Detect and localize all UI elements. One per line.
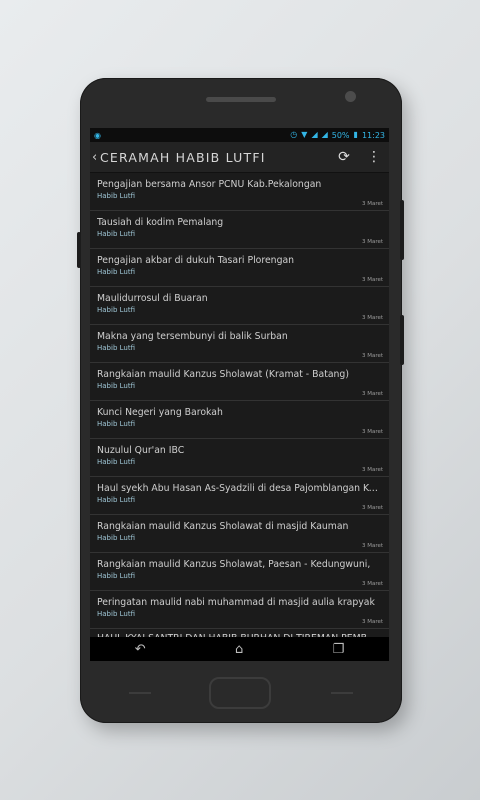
item-title: Pengajian bersama Ansor PCNU Kab.Pekalon… xyxy=(97,179,322,190)
item-author: Habib Lutfi xyxy=(97,344,135,352)
list-item[interactable]: Peringatan maulid nabi muhammad di masji… xyxy=(90,591,389,629)
lecture-list: Pengajian bersama Ansor PCNU Kab.Pekalon… xyxy=(90,173,389,644)
item-title: Rangkaian maulid Kanzus Sholawat (Kramat… xyxy=(97,369,349,380)
list-item[interactable]: Pengajian bersama Ansor PCNU Kab.Pekalon… xyxy=(90,173,389,211)
item-date: 3 Maret xyxy=(361,239,383,245)
list-item[interactable]: Tausiah di kodim Pemalang Habib Lutfi 3 … xyxy=(90,211,389,249)
item-title: Peringatan maulid nabi muhammad di masji… xyxy=(97,597,375,608)
item-title: Kunci Negeri yang Barokah xyxy=(97,407,223,418)
item-title: Pengajian akbar di dukuh Tasari Plorenga… xyxy=(97,255,295,266)
item-title: Haul syekh Abu Hasan As-Syadzili di desa… xyxy=(97,483,381,494)
power-button xyxy=(400,200,404,260)
list-item[interactable]: Rangkaian maulid Kanzus Sholawat (Kramat… xyxy=(90,363,389,401)
item-date: 3 Maret xyxy=(361,581,383,587)
signal-icon: ◢ xyxy=(311,130,318,139)
list-item[interactable]: Haul syekh Abu Hasan As-Syadzili di desa… xyxy=(90,477,389,515)
earpiece-speaker xyxy=(206,97,276,102)
app-bar: ‹ CERAMAH HABIB LUTFI ⟳ ⋮ xyxy=(90,142,389,173)
back-chevron-icon[interactable]: ‹ xyxy=(90,150,100,165)
list-item[interactable]: Nuzulul Qur'an IBC Habib Lutfi 3 Maret xyxy=(90,439,389,477)
item-author: Habib Lutfi xyxy=(97,458,135,466)
alarm-icon: ◷ xyxy=(290,130,298,139)
list-item[interactable]: Maulidurrosul di Buaran Habib Lutfi 3 Ma… xyxy=(90,287,389,325)
page-title: CERAMAH HABIB LUTFI xyxy=(100,149,266,165)
wifi-icon: ▼ xyxy=(301,130,308,139)
item-author: Habib Lutfi xyxy=(97,420,135,428)
notification-icon: ◉ xyxy=(94,130,101,140)
back-nav-icon[interactable]: ↶ xyxy=(135,642,146,657)
item-title: Rangkaian maulid Kanzus Sholawat di masj… xyxy=(97,521,349,532)
hw-menu-key[interactable] xyxy=(331,692,353,694)
item-date: 3 Maret xyxy=(361,315,383,321)
item-author: Habib Lutfi xyxy=(97,572,135,580)
item-date: 3 Maret xyxy=(361,619,383,625)
hardware-home-button[interactable] xyxy=(209,677,271,709)
item-author: Habib Lutfi xyxy=(97,496,135,504)
item-author: Habib Lutfi xyxy=(97,306,135,314)
screen: ◉ ◷ ▼ ◢ ◢ 50% ▮ 11:23 ‹ CERAMAH HABIB LU… xyxy=(90,128,389,661)
battery-level: 50% xyxy=(331,130,350,140)
item-author: Habib Lutfi xyxy=(97,192,135,200)
list-item[interactable]: Kunci Negeri yang Barokah Habib Lutfi 3 … xyxy=(90,401,389,439)
item-date: 3 Maret xyxy=(361,201,383,207)
side-key xyxy=(400,315,404,365)
status-bar: ◉ ◷ ▼ ◢ ◢ 50% ▮ 11:23 xyxy=(90,128,389,142)
signal-icon-2: ◢ xyxy=(321,130,328,139)
overflow-menu-icon[interactable]: ⋮ xyxy=(359,149,389,165)
item-date: 3 Maret xyxy=(361,467,383,473)
list-item[interactable]: Rangkaian maulid Kanzus Sholawat di masj… xyxy=(90,515,389,553)
item-title: Maulidurrosul di Buaran xyxy=(97,293,208,304)
front-camera xyxy=(345,91,356,102)
item-date: 3 Maret xyxy=(361,505,383,511)
navigation-bar: ↶ ⌂ ❐ xyxy=(90,637,389,661)
item-title: Nuzulul Qur'an IBC xyxy=(97,445,185,456)
list-item[interactable]: Makna yang tersembunyi di balik Surban H… xyxy=(90,325,389,363)
item-author: Habib Lutfi xyxy=(97,610,135,618)
refresh-icon[interactable]: ⟳ xyxy=(329,149,359,165)
item-title: Makna yang tersembunyi di balik Surban xyxy=(97,331,288,342)
volume-button xyxy=(77,232,81,268)
item-author: Habib Lutfi xyxy=(97,534,135,542)
item-author: Habib Lutfi xyxy=(97,268,135,276)
item-author: Habib Lutfi xyxy=(97,382,135,390)
item-date: 3 Maret xyxy=(361,391,383,397)
home-nav-icon[interactable]: ⌂ xyxy=(235,642,243,657)
item-title: Tausiah di kodim Pemalang xyxy=(97,217,224,228)
clock: 11:23 xyxy=(361,130,385,140)
item-author: Habib Lutfi xyxy=(97,230,135,238)
item-date: 3 Maret xyxy=(361,429,383,435)
list-item[interactable]: Rangkaian maulid Kanzus Sholawat, Paesan… xyxy=(90,553,389,591)
item-date: 3 Maret xyxy=(361,353,383,359)
battery-icon: ▮ xyxy=(353,130,358,139)
recents-nav-icon[interactable]: ❐ xyxy=(333,642,345,657)
hw-back-key[interactable] xyxy=(129,692,151,694)
item-date: 3 Maret xyxy=(361,543,383,549)
item-title: Rangkaian maulid Kanzus Sholawat, Paesan… xyxy=(97,559,371,570)
item-date: 3 Maret xyxy=(361,277,383,283)
list-item[interactable]: Pengajian akbar di dukuh Tasari Plorenga… xyxy=(90,249,389,287)
